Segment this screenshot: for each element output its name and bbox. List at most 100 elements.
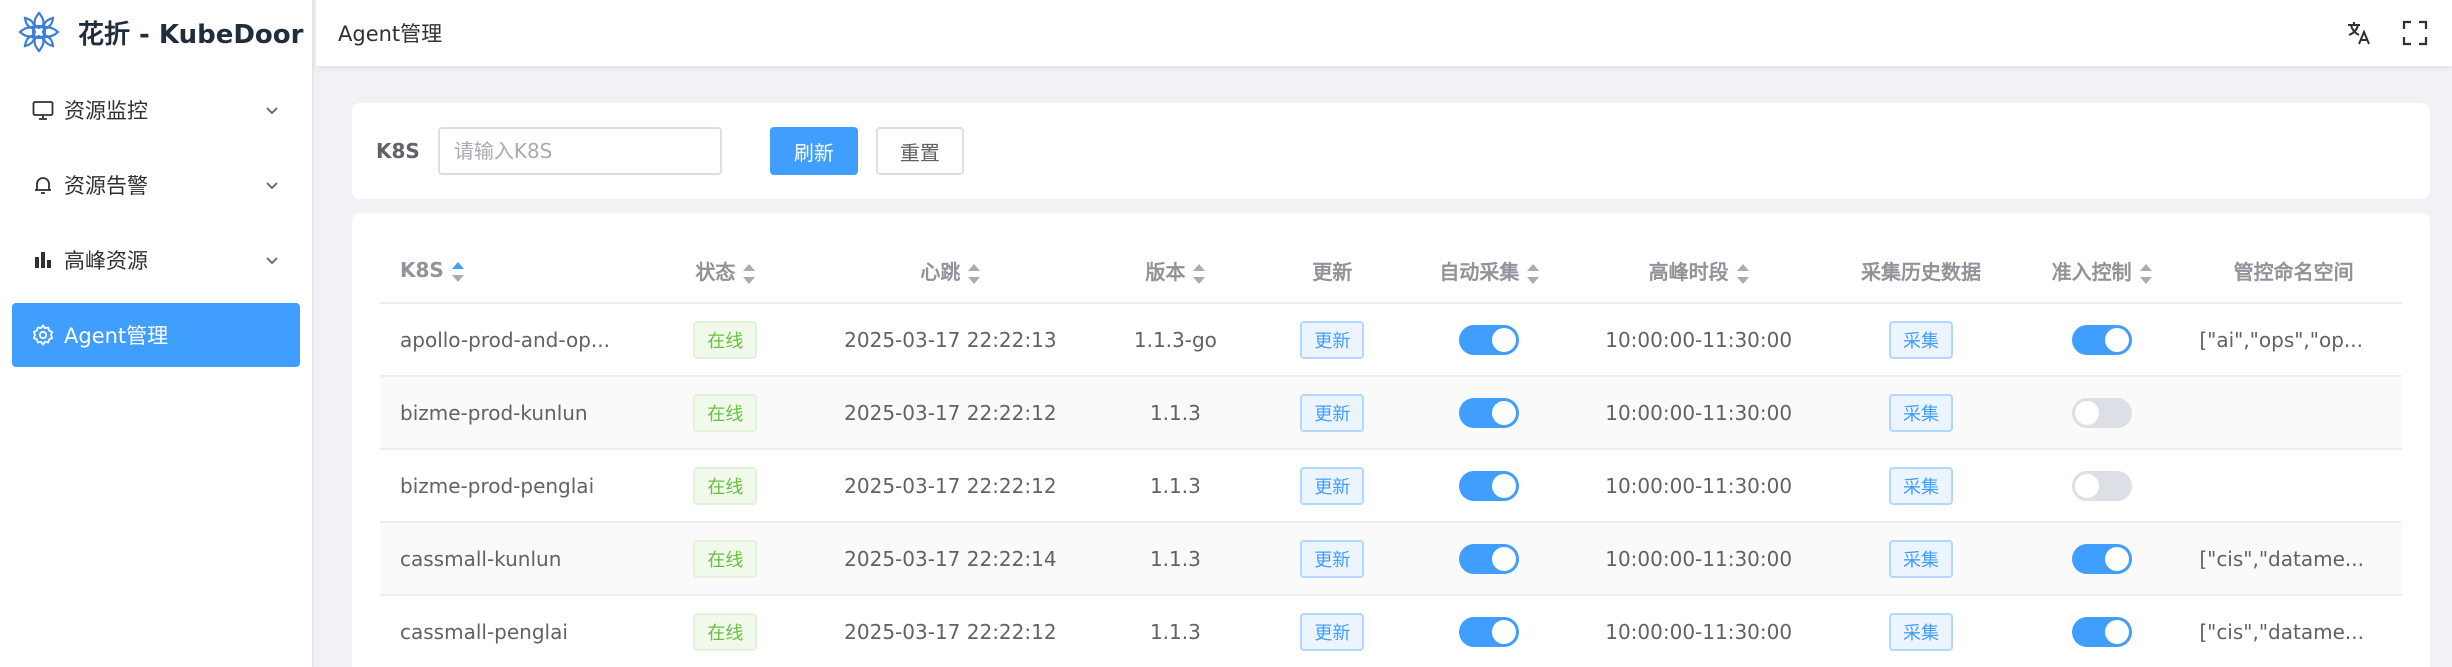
table-row: bizme-prod-penglai 在线 2025-03-17 22:22:12 1…: [380, 449, 2402, 523]
cell-status: 在线: [641, 303, 810, 377]
sort-icon[interactable]: [2139, 263, 2152, 285]
cell-auto-collect: [1405, 449, 1574, 523]
lotus-logo-icon: [18, 11, 60, 53]
sidebar-item-label: 资源监控: [64, 99, 148, 123]
cell-k8s[interactable]: bizme-prod-kunlun: [380, 376, 642, 450]
cell-namespaces: ["cis","datame...: [2185, 522, 2402, 596]
cell-k8s[interactable]: cassmall-kunlun: [380, 522, 642, 596]
cell-k8s[interactable]: apollo-prod-and-op...: [380, 303, 642, 377]
update-button[interactable]: 更新: [1300, 466, 1365, 505]
sort-icon[interactable]: [1736, 263, 1749, 285]
cell-update: 更新: [1259, 376, 1406, 450]
update-button[interactable]: 更新: [1300, 393, 1365, 432]
status-badge: 在线: [693, 466, 758, 505]
k8s-filter-label: K8S: [376, 139, 420, 163]
admission-control-toggle[interactable]: [2071, 470, 2132, 501]
cell-heartbeat: 2025-03-17 22:22:12: [809, 449, 1092, 523]
column-header-k8s[interactable]: K8S: [380, 239, 642, 304]
k8s-search-input[interactable]: [437, 127, 722, 175]
breadcrumb: Agent管理: [338, 22, 443, 46]
toggle-knob: [1492, 546, 1517, 571]
collect-button[interactable]: 采集: [1889, 466, 1954, 505]
cell-status: 在线: [641, 376, 810, 450]
toggle-knob: [2104, 327, 2129, 352]
auto-collect-toggle[interactable]: [1459, 470, 1520, 501]
cell-heartbeat: 2025-03-17 22:22:12: [809, 595, 1092, 667]
collect-button[interactable]: 采集: [1889, 539, 1954, 578]
toggle-knob: [2104, 619, 2129, 644]
toggle-knob: [2104, 546, 2129, 571]
fullscreen-icon[interactable]: [2400, 18, 2430, 48]
table-header-row: K8S 状态 心跳 版本 更新 自动采集 高峰时段 采集历史数据 准入控制 管控…: [380, 239, 2402, 304]
collect-button[interactable]: 采集: [1889, 612, 1954, 651]
admission-control-toggle[interactable]: [2071, 324, 2132, 355]
cell-peak-period: 10:00:00-11:30:00: [1573, 449, 1825, 523]
auto-collect-toggle[interactable]: [1459, 324, 1520, 355]
cell-k8s[interactable]: bizme-prod-penglai: [380, 449, 642, 523]
admission-control-toggle[interactable]: [2071, 397, 2132, 428]
reset-button[interactable]: 重置: [875, 127, 964, 175]
status-badge: 在线: [693, 612, 758, 651]
status-badge: 在线: [693, 320, 758, 359]
column-header-namespaces: 管控命名空间: [2185, 239, 2402, 304]
cell-heartbeat: 2025-03-17 22:22:13: [809, 303, 1092, 377]
cell-version: 1.1.3: [1091, 449, 1260, 523]
chevron-down-icon: [266, 182, 278, 190]
cell-update: 更新: [1259, 522, 1406, 596]
sidebar-item-label: 资源告警: [64, 174, 148, 198]
translate-icon[interactable]: [2344, 18, 2374, 48]
collect-button[interactable]: 采集: [1889, 393, 1954, 432]
sort-icon[interactable]: [968, 263, 981, 285]
auto-collect-toggle[interactable]: [1459, 397, 1520, 428]
toggle-knob: [1492, 400, 1517, 425]
column-header-version[interactable]: 版本: [1091, 239, 1260, 304]
cell-heartbeat: 2025-03-17 22:22:14: [809, 522, 1092, 596]
table-row: apollo-prod-and-op... 在线 2025-03-17 22:22:…: [380, 303, 2402, 377]
admission-control-toggle[interactable]: [2071, 616, 2132, 647]
toggle-knob: [2074, 400, 2099, 425]
collect-button[interactable]: 采集: [1889, 320, 1954, 359]
cell-namespaces: [2185, 449, 2402, 523]
sort-icon[interactable]: [1527, 263, 1540, 285]
update-button[interactable]: 更新: [1300, 612, 1365, 651]
admission-control-toggle[interactable]: [2071, 543, 2132, 574]
column-header-status[interactable]: 状态: [641, 239, 810, 304]
auto-collect-toggle[interactable]: [1459, 616, 1520, 647]
cell-admission-control: [2017, 303, 2186, 377]
update-button[interactable]: 更新: [1300, 320, 1365, 359]
column-header-heartbeat[interactable]: 心跳: [809, 239, 1092, 304]
sidebar-item-resource-monitor[interactable]: 资源监控: [12, 78, 300, 142]
sidebar-item-peak-resource[interactable]: 高峰资源: [12, 228, 300, 292]
sort-icon[interactable]: [451, 261, 464, 283]
sort-icon[interactable]: [743, 263, 756, 285]
table-row: bizme-prod-kunlun 在线 2025-03-17 22:22:12 1.…: [380, 376, 2402, 450]
auto-collect-toggle[interactable]: [1459, 543, 1520, 574]
cell-auto-collect: [1405, 376, 1574, 450]
cell-auto-collect: [1405, 303, 1574, 377]
cell-k8s[interactable]: cassmall-penglai: [380, 595, 642, 667]
cell-version: 1.1.3-go: [1091, 303, 1260, 377]
toggle-knob: [1492, 327, 1517, 352]
sidebar-item-agent-management[interactable]: Agent管理: [12, 303, 300, 367]
brand[interactable]: 花折 - KubeDoor: [0, 0, 312, 64]
brand-title: 花折 - KubeDoor: [78, 19, 304, 50]
cell-peak-period: 10:00:00-11:30:00: [1573, 522, 1825, 596]
cell-peak-period: 10:00:00-11:30:00: [1573, 376, 1825, 450]
sidebar-item-label: 高峰资源: [64, 249, 148, 273]
update-button[interactable]: 更新: [1300, 539, 1365, 578]
sidebar-item-resource-alert[interactable]: 资源告警: [12, 153, 300, 217]
column-header-peak-period[interactable]: 高峰时段: [1573, 239, 1825, 304]
status-badge: 在线: [693, 393, 758, 432]
refresh-button[interactable]: 刷新: [769, 127, 858, 175]
column-header-admission-control[interactable]: 准入控制: [2017, 239, 2186, 304]
cell-collect-history: 采集: [1824, 449, 2018, 523]
cell-peak-period: 10:00:00-11:30:00: [1573, 303, 1825, 377]
cell-collect-history: 采集: [1824, 303, 2018, 377]
toggle-knob: [1492, 619, 1517, 644]
cell-namespaces: ["ai","ops","op...: [2185, 303, 2402, 377]
search-panel: K8S 刷新 重置: [352, 103, 2430, 199]
cell-collect-history: 采集: [1824, 522, 2018, 596]
sort-icon[interactable]: [1193, 263, 1206, 285]
cell-collect-history: 采集: [1824, 376, 2018, 450]
column-header-auto-collect[interactable]: 自动采集: [1405, 239, 1574, 304]
